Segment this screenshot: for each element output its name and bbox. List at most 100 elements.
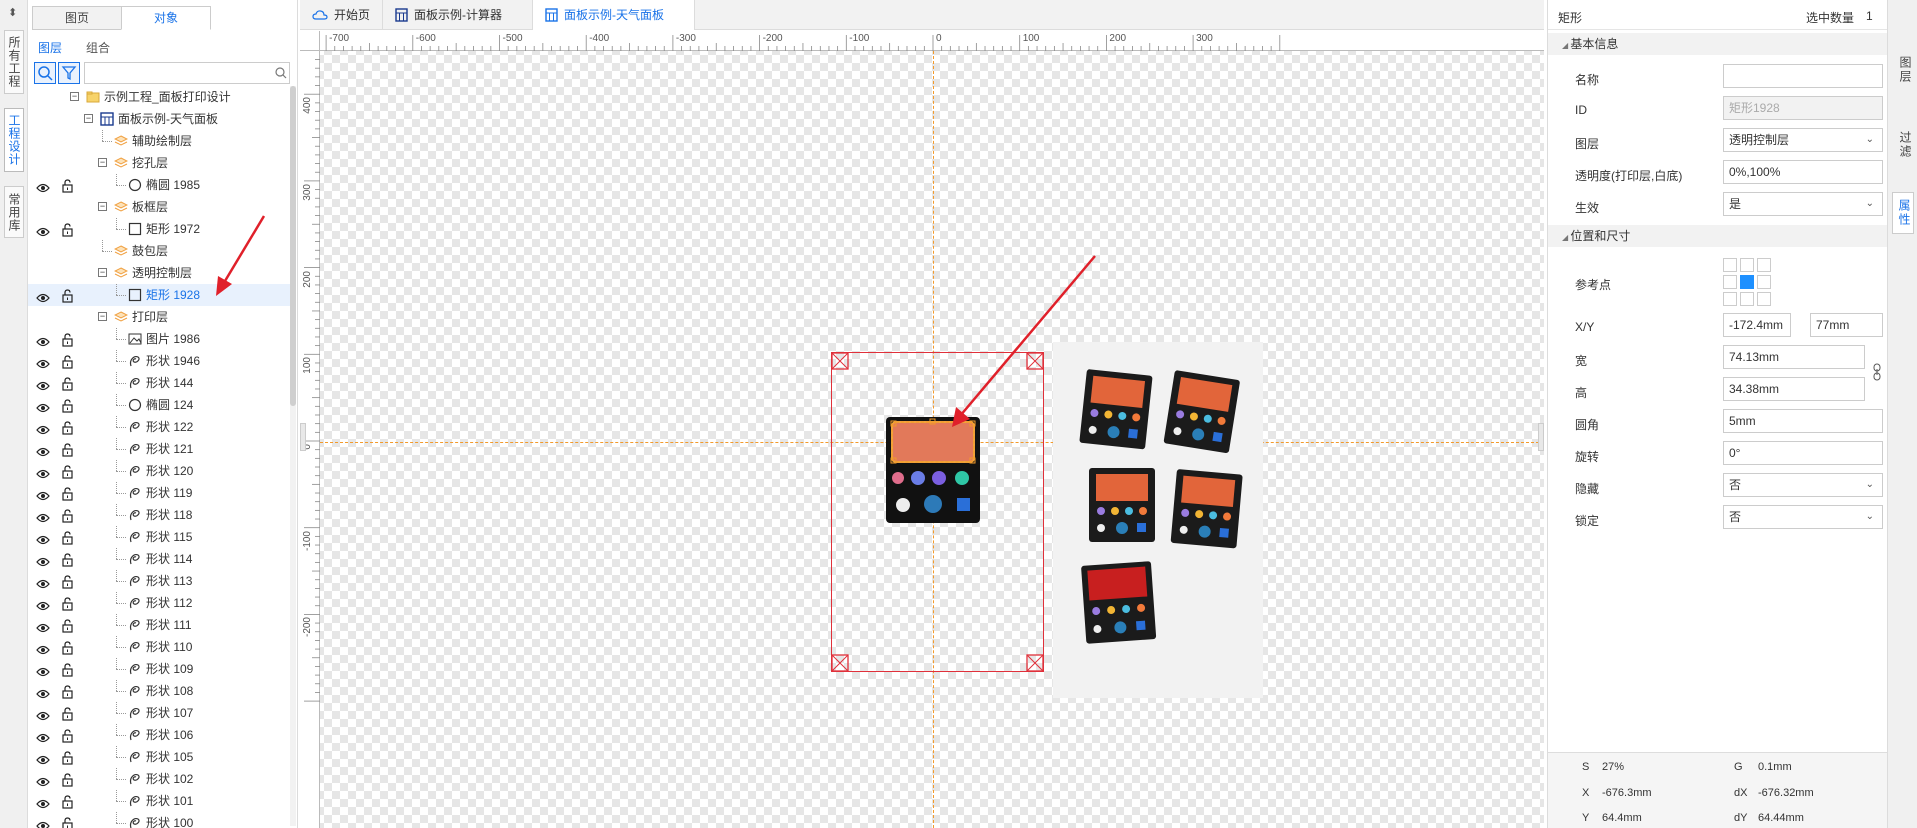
- tree-row[interactable]: 形状 109: [28, 658, 290, 680]
- ref-cell[interactable]: [1757, 258, 1771, 272]
- lock-icon[interactable]: [61, 332, 74, 347]
- tree-row[interactable]: 形状 108: [28, 680, 290, 702]
- eye-icon[interactable]: [36, 575, 50, 589]
- expand-toggle-icon[interactable]: −: [98, 202, 107, 211]
- tree-row[interactable]: − 挖孔层: [28, 152, 290, 174]
- lock-icon[interactable]: [61, 398, 74, 413]
- search-toggle-button[interactable]: [34, 62, 56, 84]
- eye-icon[interactable]: [36, 333, 50, 347]
- eye-icon[interactable]: [36, 465, 50, 479]
- lock-select[interactable]: 否 ⌄: [1723, 505, 1883, 529]
- lock-icon[interactable]: [61, 420, 74, 435]
- tree-row[interactable]: 形状 1946: [28, 350, 290, 372]
- tab-calculator-panel[interactable]: 面板示例-计算器: [383, 0, 534, 30]
- radius-field[interactable]: 5mm: [1723, 409, 1883, 433]
- ref-cell[interactable]: [1757, 292, 1771, 306]
- rotate-field[interactable]: 0°: [1723, 441, 1883, 465]
- eye-icon[interactable]: [36, 707, 50, 721]
- eye-icon[interactable]: [36, 223, 50, 237]
- width-field[interactable]: 74.13mm: [1723, 345, 1865, 369]
- lock-icon[interactable]: [61, 178, 74, 193]
- section-position-size[interactable]: ◢ 位置和尺寸: [1548, 225, 1888, 247]
- lock-icon[interactable]: [61, 618, 74, 633]
- lock-icon[interactable]: [61, 640, 74, 655]
- lock-icon[interactable]: [61, 772, 74, 787]
- tree-row[interactable]: 形状 144: [28, 372, 290, 394]
- eye-icon[interactable]: [36, 553, 50, 567]
- tree-row[interactable]: 形状 101: [28, 790, 290, 812]
- tab-common-library[interactable]: 常用库: [4, 186, 24, 238]
- eye-icon[interactable]: [36, 377, 50, 391]
- eye-icon[interactable]: [36, 817, 50, 828]
- tree-row[interactable]: − 示例工程_面板打印设计: [28, 86, 290, 108]
- tab-objects[interactable]: 对象: [121, 6, 211, 30]
- eye-icon[interactable]: [36, 421, 50, 435]
- tree-row[interactable]: 形状 111: [28, 614, 290, 636]
- tab-start-page[interactable]: 开始页: [300, 0, 384, 30]
- link-ratio-icon[interactable]: [1872, 363, 1882, 381]
- height-field[interactable]: 34.38mm: [1723, 377, 1865, 401]
- tree-search-input[interactable]: [84, 62, 290, 84]
- eye-icon[interactable]: [36, 487, 50, 501]
- lock-icon[interactable]: [61, 706, 74, 721]
- eye-icon[interactable]: [36, 179, 50, 193]
- right-collapse-handle[interactable]: [1538, 423, 1544, 451]
- section-basic-info[interactable]: ◢ 基本信息: [1548, 33, 1888, 55]
- eye-icon[interactable]: [36, 685, 50, 699]
- tree-row[interactable]: 形状 122: [28, 416, 290, 438]
- tab-layers[interactable]: 图层: [38, 39, 62, 56]
- lock-icon[interactable]: [61, 508, 74, 523]
- lock-icon[interactable]: [61, 442, 74, 457]
- lock-icon[interactable]: [61, 530, 74, 545]
- hidden-select[interactable]: 否 ⌄: [1723, 473, 1883, 497]
- tab-layers-panel[interactable]: 图层: [1892, 50, 1914, 90]
- horizontal-ruler[interactable]: -700 -600 -500 -400 -300 -200 -100 0 100 200 300: [320, 31, 1544, 51]
- tree-row[interactable]: 形状 120: [28, 460, 290, 482]
- eye-icon[interactable]: [36, 729, 50, 743]
- tab-groups[interactable]: 组合: [86, 39, 110, 56]
- layer-select[interactable]: 透明控制层 ⌄: [1723, 128, 1883, 152]
- lock-icon[interactable]: [61, 662, 74, 677]
- tree-row[interactable]: 形状 106: [28, 724, 290, 746]
- tree-row[interactable]: 形状 100: [28, 812, 290, 828]
- tree-row[interactable]: 形状 113: [28, 570, 290, 592]
- ref-cell[interactable]: [1723, 292, 1737, 306]
- tree-row[interactable]: 形状 114: [28, 548, 290, 570]
- eye-icon[interactable]: [36, 795, 50, 809]
- expand-toggle-icon[interactable]: −: [98, 158, 107, 167]
- scrollbar-thumb[interactable]: [290, 86, 296, 406]
- eye-icon[interactable]: [36, 597, 50, 611]
- mount-hole-icon[interactable]: [1026, 654, 1044, 672]
- filter-toggle-button[interactable]: [58, 62, 80, 84]
- eye-icon[interactable]: [36, 619, 50, 633]
- ref-cell[interactable]: [1740, 292, 1754, 306]
- tab-all-projects[interactable]: 所有工程: [4, 30, 24, 94]
- tree-row[interactable]: − 打印层: [28, 306, 290, 328]
- ref-cell[interactable]: [1757, 275, 1771, 289]
- lock-icon[interactable]: [61, 816, 74, 828]
- lock-icon[interactable]: [61, 354, 74, 369]
- ref-cell[interactable]: [1723, 258, 1737, 272]
- tree-row[interactable]: 形状 115: [28, 526, 290, 548]
- tree-row[interactable]: 形状 102: [28, 768, 290, 790]
- mount-hole-icon[interactable]: [831, 352, 849, 370]
- lock-icon[interactable]: [61, 574, 74, 589]
- ref-cell-selected[interactable]: [1740, 275, 1754, 289]
- lock-icon[interactable]: [61, 684, 74, 699]
- eye-icon[interactable]: [36, 751, 50, 765]
- left-collapse-handle[interactable]: [300, 423, 306, 451]
- expand-toggle-icon[interactable]: −: [98, 268, 107, 277]
- tab-properties-panel[interactable]: 属性: [1892, 192, 1914, 234]
- tab-filter-panel[interactable]: 过滤: [1892, 125, 1914, 165]
- eye-icon[interactable]: [36, 509, 50, 523]
- lock-icon[interactable]: [61, 794, 74, 809]
- search-icon[interactable]: [274, 66, 288, 80]
- tree-row[interactable]: 辅助绘制层: [28, 130, 290, 152]
- expand-toggle-icon[interactable]: −: [70, 92, 79, 101]
- lock-icon[interactable]: [61, 596, 74, 611]
- tree-row[interactable]: 形状 119: [28, 482, 290, 504]
- tree-row[interactable]: − 面板示例-天气面板: [28, 108, 290, 130]
- eye-icon[interactable]: [36, 399, 50, 413]
- ref-cell[interactable]: [1740, 258, 1754, 272]
- eye-icon[interactable]: [36, 663, 50, 677]
